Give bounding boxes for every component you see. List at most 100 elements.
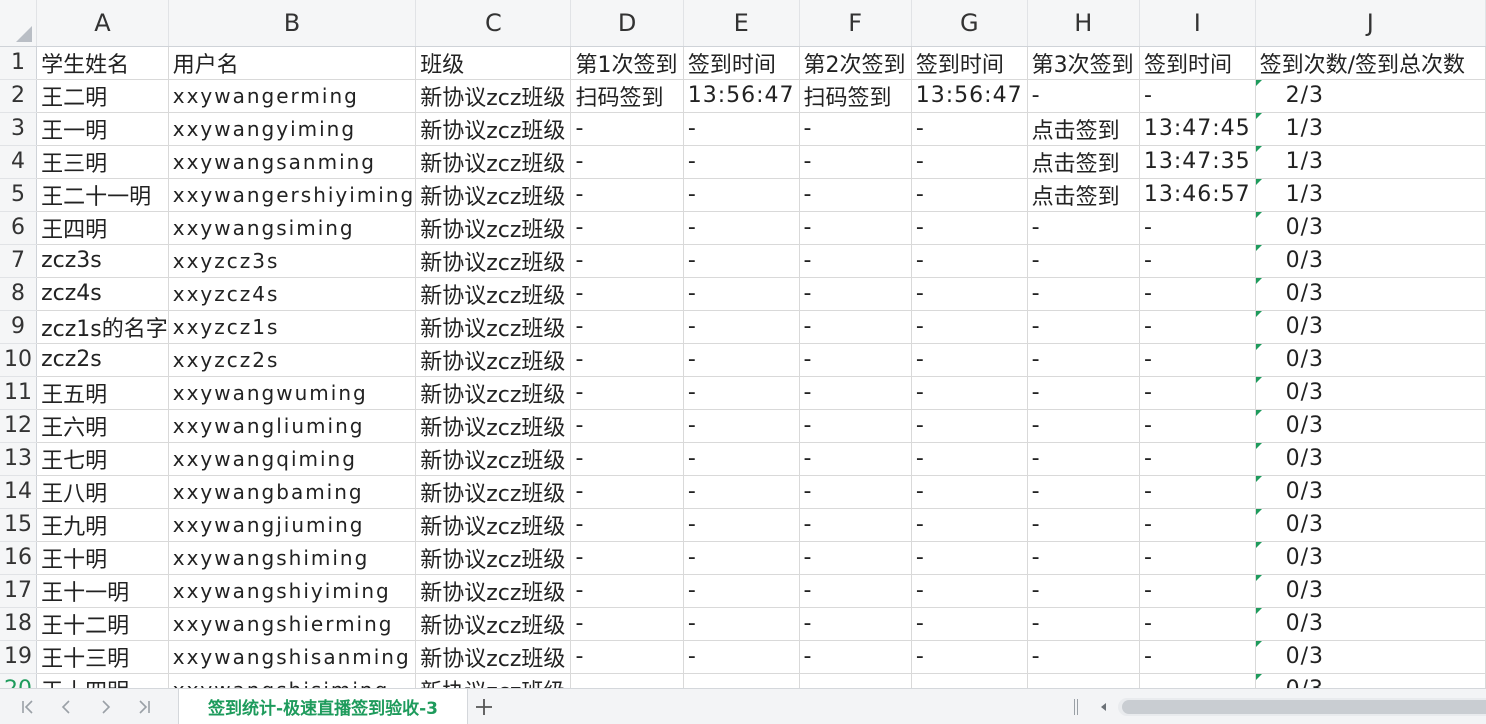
row-header[interactable]: 17 (0, 574, 38, 608)
cell[interactable]: - (1139, 541, 1256, 575)
cell[interactable]: - (570, 442, 684, 476)
cell[interactable]: - (570, 343, 684, 377)
cell-header[interactable]: 签到时间 (683, 46, 800, 80)
cell[interactable]: 新协议zcz班级 (415, 409, 572, 443)
row-header[interactable]: 1 (0, 46, 38, 80)
cell[interactable]: 王二十一明 (36, 178, 169, 212)
cell[interactable]: - (799, 112, 912, 146)
cell[interactable]: - (683, 178, 800, 212)
cell[interactable]: - (683, 343, 800, 377)
column-header-g[interactable]: G (911, 0, 1028, 47)
cell[interactable]: 新协议zcz班级 (415, 640, 572, 674)
cell[interactable]: - (570, 508, 684, 542)
cell[interactable]: 王五明 (36, 376, 169, 410)
cell[interactable]: 新协议zcz班级 (415, 112, 572, 146)
cell[interactable]: - (683, 640, 800, 674)
cell[interactable]: - (683, 508, 800, 542)
cell[interactable]: - (1027, 607, 1140, 641)
cell[interactable]: 0/3 (1255, 244, 1486, 278)
cell[interactable]: - (911, 376, 1028, 410)
cell[interactable]: - (1027, 475, 1140, 509)
cell[interactable]: - (1027, 310, 1140, 344)
row-header[interactable]: 7 (0, 244, 38, 278)
cell[interactable]: 点击签到 (1027, 178, 1140, 212)
cell[interactable]: 0/3 (1255, 376, 1486, 410)
cell-header[interactable]: 第3次签到 (1027, 46, 1140, 80)
cell[interactable]: - (799, 409, 912, 443)
cell[interactable]: 0/3 (1255, 541, 1486, 575)
cell[interactable]: - (1027, 79, 1140, 113)
cell[interactable]: - (1027, 409, 1140, 443)
cell[interactable]: - (1139, 376, 1256, 410)
cell[interactable]: 新协议zcz班级 (415, 607, 572, 641)
cell[interactable]: - (911, 673, 1028, 688)
cell[interactable]: - (1027, 442, 1140, 476)
column-header-b[interactable]: B (168, 0, 417, 47)
cell[interactable]: zcz3s (36, 244, 169, 278)
cell[interactable]: 王二明 (36, 79, 169, 113)
cell[interactable]: - (911, 211, 1028, 245)
cell[interactable]: - (570, 277, 684, 311)
column-header-j[interactable]: J (1255, 0, 1486, 47)
cell[interactable]: - (570, 211, 684, 245)
cell[interactable]: - (683, 673, 800, 688)
cell[interactable]: - (1139, 673, 1256, 688)
cell[interactable]: - (570, 409, 684, 443)
cell[interactable]: 1/3 (1255, 112, 1486, 146)
cell[interactable]: - (911, 112, 1028, 146)
cell[interactable]: - (799, 508, 912, 542)
cell[interactable]: - (683, 475, 800, 509)
cell[interactable]: xxywangsiming (168, 211, 417, 245)
cell[interactable]: 王九明 (36, 508, 169, 542)
cell[interactable]: 13:56:47 (683, 79, 800, 113)
cell[interactable]: - (683, 607, 800, 641)
cell-header[interactable]: 学生姓名 (36, 46, 169, 80)
cell[interactable]: - (911, 607, 1028, 641)
cell[interactable]: xxywangbaming (168, 475, 417, 509)
column-header-d[interactable]: D (570, 0, 684, 47)
cell[interactable]: 王四明 (36, 211, 169, 245)
cell[interactable]: 扫码签到 (570, 79, 684, 113)
cell[interactable]: xxywangjiuming (168, 508, 417, 542)
row-header[interactable]: 3 (0, 112, 38, 146)
cell[interactable]: xxywangerming (168, 79, 417, 113)
cell[interactable]: 王十三明 (36, 640, 169, 674)
cell[interactable]: - (570, 178, 684, 212)
cell[interactable]: xxywangshisiming (168, 673, 417, 688)
cell[interactable]: 王十二明 (36, 607, 169, 641)
row-header[interactable]: 2 (0, 79, 38, 113)
cell[interactable]: - (1139, 607, 1256, 641)
cell[interactable]: - (570, 145, 684, 179)
cell[interactable]: xxyzcz2s (168, 343, 417, 377)
cell[interactable]: 新协议zcz班级 (415, 376, 572, 410)
cell[interactable]: 2/3 (1255, 79, 1486, 113)
cell[interactable]: 王七明 (36, 442, 169, 476)
cell[interactable]: - (1027, 574, 1140, 608)
row-header[interactable]: 6 (0, 211, 38, 245)
cell[interactable]: - (683, 376, 800, 410)
cell[interactable]: - (911, 343, 1028, 377)
cell[interactable]: - (1027, 673, 1140, 688)
cell[interactable]: - (570, 376, 684, 410)
cell[interactable]: - (799, 541, 912, 575)
cell[interactable]: - (683, 145, 800, 179)
cell-header[interactable]: 第2次签到 (799, 46, 912, 80)
cell[interactable]: - (911, 640, 1028, 674)
row-header[interactable]: 10 (0, 343, 38, 377)
cell[interactable]: 王十一明 (36, 574, 169, 608)
cell[interactable]: - (799, 343, 912, 377)
scroll-left-icon[interactable] (1094, 697, 1114, 717)
cell[interactable]: xxywangyiming (168, 112, 417, 146)
cell[interactable]: 0/3 (1255, 508, 1486, 542)
cell[interactable]: 新协议zcz班级 (415, 541, 572, 575)
cell[interactable]: 王八明 (36, 475, 169, 509)
row-header[interactable]: 13 (0, 442, 38, 476)
cell[interactable]: 新协议zcz班级 (415, 145, 572, 179)
cell[interactable]: - (683, 574, 800, 608)
row-header[interactable]: 8 (0, 277, 38, 311)
cell[interactable]: 新协议zcz班级 (415, 508, 572, 542)
cell[interactable]: 0/3 (1255, 607, 1486, 641)
cell[interactable]: 0/3 (1255, 277, 1486, 311)
cell[interactable]: - (570, 640, 684, 674)
cell[interactable]: 0/3 (1255, 409, 1486, 443)
